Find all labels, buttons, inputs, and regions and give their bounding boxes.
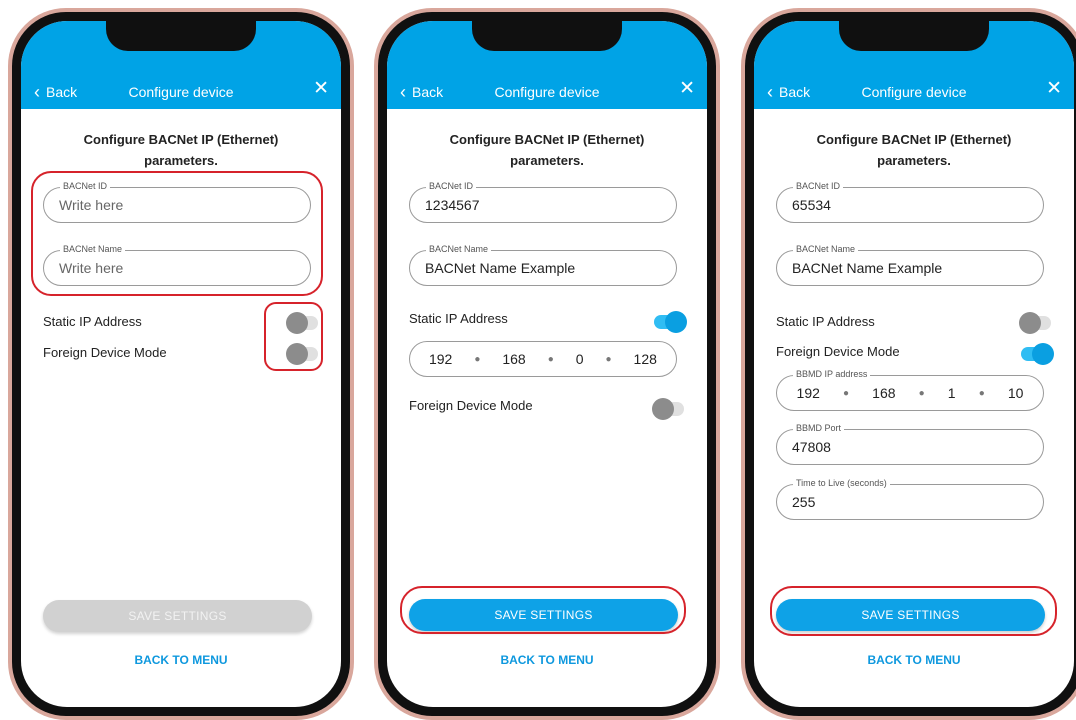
bbmd-port-label: BBMD Port: [793, 423, 845, 433]
phone-3-bezel: ‹ Back Configure device ✕ Configure BACN…: [745, 12, 1076, 716]
phone-3-screen: ‹ Back Configure device ✕ Configure BACN…: [754, 21, 1074, 707]
bacnet-id-input[interactable]: 65534: [792, 197, 831, 213]
heading-line-1: Configure BACNet IP (Ethernet): [816, 132, 1012, 147]
page-heading: Configure BACNet IP (Ethernet) parameter…: [21, 129, 341, 171]
back-to-menu-link[interactable]: BACK TO MENU: [21, 653, 341, 667]
notch: [839, 21, 989, 51]
foreign-device-toggle[interactable]: [1021, 343, 1054, 365]
phone-1: ‹ Back Configure device ✕ Configure BACN…: [8, 8, 354, 720]
heading-line-2: parameters.: [510, 153, 584, 168]
bacnet-name-input[interactable]: BACNet Name Example: [792, 260, 942, 276]
bacnet-name-input[interactable]: BACNet Name Example: [425, 260, 575, 276]
ip-octet-1[interactable]: 192: [429, 351, 452, 367]
notch: [472, 21, 622, 51]
page-heading: Configure BACNet IP (Ethernet) parameter…: [387, 129, 707, 171]
ttl-input[interactable]: 255: [792, 494, 815, 510]
bbmd-ip-field[interactable]: BBMD IP address 192 ● 168 ● 1 ● 10: [776, 369, 1044, 411]
phone-2-screen: ‹ Back Configure device ✕ Configure BACN…: [387, 21, 707, 707]
ttl-label: Time to Live (seconds): [793, 478, 890, 488]
foreign-device-label: Foreign Device Mode: [776, 344, 900, 359]
toggle-knob: [652, 398, 674, 420]
bbmd-port-input[interactable]: 47808: [792, 439, 831, 455]
bacnet-id-label: BACNet ID: [426, 181, 477, 191]
heading-line-2: parameters.: [877, 153, 951, 168]
toggle-knob: [665, 311, 687, 333]
ip-address-field[interactable]: 192 ● 168 ● 0 ● 128: [409, 341, 677, 377]
ttl-field[interactable]: Time to Live (seconds) 255: [776, 478, 1044, 520]
bacnet-name-label: BACNet Name: [60, 244, 126, 254]
bacnet-name-field[interactable]: BACNet Name BACNet Name Example: [776, 244, 1044, 286]
header-title: Configure device: [861, 84, 967, 100]
ip-octet-3[interactable]: 1: [948, 385, 956, 401]
ip-separator: ●: [474, 353, 481, 365]
bbmd-port-field[interactable]: BBMD Port 47808: [776, 423, 1044, 465]
close-icon[interactable]: ✕: [313, 79, 329, 99]
page-heading: Configure BACNet IP (Ethernet) parameter…: [754, 129, 1074, 171]
heading-line-2: parameters.: [144, 153, 218, 168]
back-to-menu-link[interactable]: BACK TO MENU: [754, 653, 1074, 667]
static-ip-label: Static IP Address: [409, 311, 508, 326]
ip-octet-2[interactable]: 168: [872, 385, 895, 401]
ip-separator: ●: [978, 387, 985, 399]
bacnet-id-field[interactable]: BACNet ID Write here: [43, 181, 311, 223]
ip-separator: ●: [843, 387, 850, 399]
bacnet-id-label: BACNet ID: [793, 181, 844, 191]
foreign-device-label: Foreign Device Mode: [43, 345, 167, 360]
bacnet-name-label: BACNet Name: [793, 244, 859, 254]
static-ip-toggle[interactable]: [1019, 312, 1051, 334]
close-icon[interactable]: ✕: [1046, 79, 1062, 99]
foreign-device-toggle[interactable]: [286, 343, 318, 365]
save-settings-button[interactable]: SAVE SETTINGS: [776, 599, 1045, 631]
ip-octet-3[interactable]: 0: [576, 351, 584, 367]
save-settings-button[interactable]: SAVE SETTINGS: [409, 599, 678, 631]
save-settings-button[interactable]: SAVE SETTINGS: [43, 600, 312, 632]
notch: [106, 21, 256, 51]
static-ip-label: Static IP Address: [776, 314, 875, 329]
bacnet-id-input[interactable]: 1234567: [425, 197, 480, 213]
bacnet-id-field[interactable]: BACNet ID 1234567: [409, 181, 677, 223]
bbmd-ip-row: 192 ● 168 ● 1 ● 10: [785, 385, 1035, 401]
bacnet-name-field[interactable]: BACNet Name BACNet Name Example: [409, 244, 677, 286]
back-to-menu-link[interactable]: BACK TO MENU: [387, 653, 707, 667]
phone-2: ‹ Back Configure device ✕ Configure BACN…: [374, 8, 720, 720]
ip-octet-1[interactable]: 192: [797, 385, 820, 401]
static-ip-toggle[interactable]: [654, 311, 687, 333]
bacnet-name-label: BACNet Name: [426, 244, 492, 254]
toggle-knob: [1019, 312, 1041, 334]
header-title: Configure device: [128, 84, 234, 100]
phone-2-bezel: ‹ Back Configure device ✕ Configure BACN…: [378, 12, 716, 716]
toggle-knob: [1032, 343, 1054, 365]
ip-octet-4[interactable]: 128: [634, 351, 657, 367]
phone-1-bezel: ‹ Back Configure device ✕ Configure BACN…: [12, 12, 350, 716]
ip-separator: ●: [547, 353, 554, 365]
foreign-device-label: Foreign Device Mode: [409, 398, 533, 413]
close-icon[interactable]: ✕: [679, 79, 695, 99]
ip-address-row: 192 ● 168 ● 0 ● 128: [418, 351, 668, 367]
foreign-device-toggle[interactable]: [652, 398, 684, 420]
heading-line-1: Configure BACNet IP (Ethernet): [449, 132, 645, 147]
toggle-knob: [286, 343, 308, 365]
header-title: Configure device: [494, 84, 600, 100]
bacnet-id-label: BACNet ID: [60, 181, 111, 191]
ip-separator: ●: [918, 387, 925, 399]
toggle-knob: [286, 312, 308, 334]
static-ip-toggle[interactable]: [286, 312, 318, 334]
ip-octet-4[interactable]: 10: [1008, 385, 1024, 401]
bacnet-id-input[interactable]: Write here: [59, 197, 123, 213]
bacnet-id-field[interactable]: BACNet ID 65534: [776, 181, 1044, 223]
ip-separator: ●: [605, 353, 612, 365]
phone-1-screen: ‹ Back Configure device ✕ Configure BACN…: [21, 21, 341, 707]
phone-3: ‹ Back Configure device ✕ Configure BACN…: [741, 8, 1076, 720]
static-ip-label: Static IP Address: [43, 314, 142, 329]
heading-line-1: Configure BACNet IP (Ethernet): [83, 132, 279, 147]
bbmd-ip-label: BBMD IP address: [793, 369, 871, 379]
bacnet-name-field[interactable]: BACNet Name Write here: [43, 244, 311, 286]
ip-octet-2[interactable]: 168: [502, 351, 525, 367]
bacnet-name-input[interactable]: Write here: [59, 260, 123, 276]
